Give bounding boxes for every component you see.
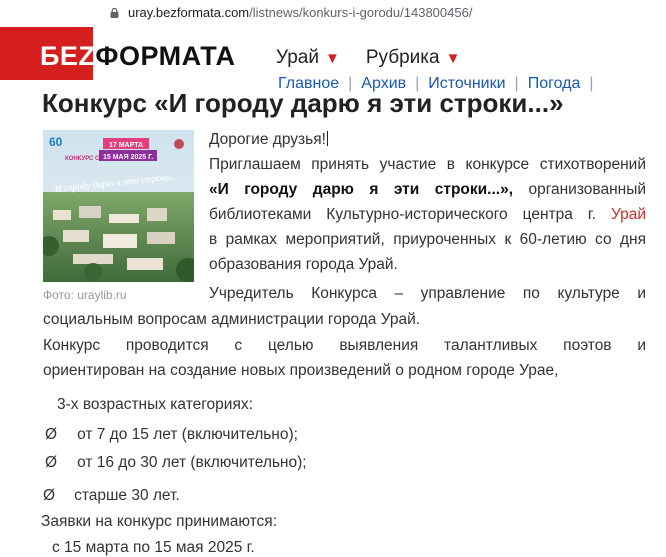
bullet-icon: Ø xyxy=(43,487,56,504)
category-label: старше 30 лет. xyxy=(74,487,180,504)
city-link[interactable]: Урай xyxy=(611,206,646,223)
poster-date-1: 17 МАРТА xyxy=(109,142,143,149)
p1-line-5: образования города Урай. xyxy=(209,256,398,273)
categories-heading: 3-х возрастных категориях: xyxy=(57,396,253,413)
article-title: Конкурс «И городу дарю я эти строки...» xyxy=(42,88,564,118)
greeting: Дорогие друзья! xyxy=(209,131,646,149)
category-item: Øот 16 до 30 лет (включительно); xyxy=(45,454,307,472)
url-text[interactable]: uray.bezformata.com/listnews/konkurs-i-g… xyxy=(128,5,472,20)
text-cursor xyxy=(326,131,328,146)
nav-separator: | xyxy=(589,75,594,92)
greeting-text: Дорогие друзья! xyxy=(209,131,326,148)
browser-url-bar[interactable]: uray.bezformata.com/listnews/konkurs-i-g… xyxy=(0,0,666,26)
top-nav: Урай ▼ Рубрика ▼ xyxy=(276,47,460,69)
photo-caption: Фото: uraylib.ru xyxy=(43,288,127,302)
applications-period: с 15 марта по 15 мая 2025 г. xyxy=(52,539,255,556)
poster-image: 60 КОНКУРС СТИХОТВОРЕНИЙ 17 МАРТА 15 МАЯ… xyxy=(43,130,194,282)
logo-text: БЕZФОРМАТА xyxy=(40,41,236,72)
url-domain: uray.bezformata.com xyxy=(128,5,250,20)
city-selector[interactable]: Урай ▼ xyxy=(276,47,340,68)
p2-line-2: социальным вопросам администрации города… xyxy=(43,311,421,328)
category-item: Øот 7 до 15 лет (включительно); xyxy=(45,426,298,444)
contest-name: «И городу дарю я эти строки...», xyxy=(209,181,514,198)
p1-line-4: в рамках мероприятий, приуроченных к 60-… xyxy=(209,231,646,248)
logo-part-dark: ФОРМАТА xyxy=(95,41,236,71)
caret-down-icon: ▼ xyxy=(324,50,340,67)
rubric-selector[interactable]: Рубрика ▼ xyxy=(366,47,461,68)
applications-heading: Заявки на конкурс принимаются: xyxy=(41,513,278,530)
category-item: Øстарше 30 лет. xyxy=(43,487,180,505)
p1-line-1: Приглашаем принять участие в конкурсе ст… xyxy=(209,156,646,173)
category-label: от 7 до 15 лет (включительно); xyxy=(77,426,298,443)
logo-part-red: БЕZ xyxy=(40,41,96,71)
p3-line-1: Конкурс проводится с целью выявления тал… xyxy=(43,337,646,354)
bullet-icon: Ø xyxy=(45,426,58,443)
url-path: /listnews/konkurs-i-gorodu/143800456/ xyxy=(249,5,473,20)
p1-line-3-text: библиотеками Культурно-исторического цен… xyxy=(209,206,596,223)
p1-line-3: библиотеками Культурно-исторического цен… xyxy=(209,206,646,224)
p2-line-1: Учредитель Конкурса – управление по куль… xyxy=(209,285,646,302)
p1-line-2-text: организованный xyxy=(528,181,646,198)
bullet-icon: Ø xyxy=(45,454,58,471)
p1-line-2: «И городу дарю я эти строки...», организ… xyxy=(209,181,646,199)
rubric-selector-label: Рубрика xyxy=(365,47,440,68)
city-selector-label: Урай xyxy=(276,47,319,68)
category-label: от 16 до 30 лет (включительно); xyxy=(77,454,307,471)
poster-date-2: 15 МАЯ 2025 Г. xyxy=(103,154,153,161)
p3-line-2: ориентирован на создание новых произведе… xyxy=(43,362,559,379)
poster-badge: 60 xyxy=(49,135,63,149)
article-photo[interactable]: 60 КОНКУРС СТИХОТВОРЕНИЙ 17 МАРТА 15 МАЯ… xyxy=(43,130,194,282)
lock-icon xyxy=(110,8,119,18)
caret-down-icon: ▼ xyxy=(445,50,461,67)
site-logo[interactable]: БЕZФОРМАТА xyxy=(0,27,235,80)
